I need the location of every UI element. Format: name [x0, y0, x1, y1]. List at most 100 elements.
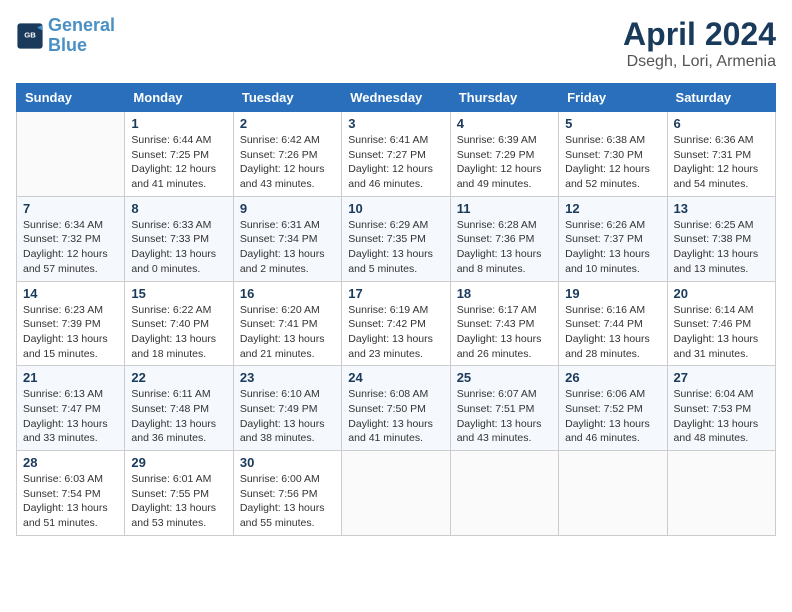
day-info: Sunrise: 6:34 AMSunset: 7:32 PMDaylight:…	[23, 218, 118, 277]
day-number: 8	[131, 201, 226, 216]
day-number: 7	[23, 201, 118, 216]
day-number: 11	[457, 201, 552, 216]
day-info: Sunrise: 6:33 AMSunset: 7:33 PMDaylight:…	[131, 218, 226, 277]
day-info: Sunrise: 6:36 AMSunset: 7:31 PMDaylight:…	[674, 133, 769, 192]
calendar-cell: 7 Sunrise: 6:34 AMSunset: 7:32 PMDaylight…	[17, 196, 125, 281]
calendar-cell: 24 Sunrise: 6:08 AMSunset: 7:50 PMDayligh…	[342, 366, 450, 451]
day-info: Sunrise: 6:44 AMSunset: 7:25 PMDaylight:…	[131, 133, 226, 192]
calendar-cell	[450, 451, 558, 536]
calendar-cell: 26 Sunrise: 6:06 AMSunset: 7:52 PMDayligh…	[559, 366, 667, 451]
day-info: Sunrise: 6:00 AMSunset: 7:56 PMDaylight:…	[240, 472, 335, 531]
day-info: Sunrise: 6:16 AMSunset: 7:44 PMDaylight:…	[565, 303, 660, 362]
calendar-cell	[342, 451, 450, 536]
day-number: 4	[457, 116, 552, 131]
calendar-cell: 28 Sunrise: 6:03 AMSunset: 7:54 PMDayligh…	[17, 451, 125, 536]
svg-text:GB: GB	[24, 30, 36, 39]
day-number: 10	[348, 201, 443, 216]
day-number: 23	[240, 370, 335, 385]
day-number: 16	[240, 286, 335, 301]
title-block: April 2024 Dsegh, Lori, Armenia	[623, 16, 776, 71]
calendar-cell	[559, 451, 667, 536]
calendar-cell: 20 Sunrise: 6:14 AMSunset: 7:46 PMDayligh…	[667, 281, 775, 366]
day-info: Sunrise: 6:22 AMSunset: 7:40 PMDaylight:…	[131, 303, 226, 362]
calendar-cell: 2Sunrise: 6:42 AMSunset: 7:26 PMDaylight…	[233, 112, 341, 197]
day-info: Sunrise: 6:38 AMSunset: 7:30 PMDaylight:…	[565, 133, 660, 192]
day-info: Sunrise: 6:41 AMSunset: 7:27 PMDaylight:…	[348, 133, 443, 192]
day-info: Sunrise: 6:07 AMSunset: 7:51 PMDaylight:…	[457, 387, 552, 446]
location: Dsegh, Lori, Armenia	[623, 53, 776, 71]
day-number: 12	[565, 201, 660, 216]
page-header: GB General Blue April 2024 Dsegh, Lori, …	[16, 16, 776, 71]
day-number: 17	[348, 286, 443, 301]
col-header-monday: Monday	[125, 84, 233, 112]
day-info: Sunrise: 6:14 AMSunset: 7:46 PMDaylight:…	[674, 303, 769, 362]
calendar-cell: 19 Sunrise: 6:16 AMSunset: 7:44 PMDayligh…	[559, 281, 667, 366]
calendar-cell: 23 Sunrise: 6:10 AMSunset: 7:49 PMDayligh…	[233, 366, 341, 451]
day-number: 18	[457, 286, 552, 301]
day-info: Sunrise: 6:03 AMSunset: 7:54 PMDaylight:…	[23, 472, 118, 531]
calendar-cell: 10 Sunrise: 6:29 AMSunset: 7:35 PMDayligh…	[342, 196, 450, 281]
calendar-cell	[667, 451, 775, 536]
calendar-cell: 17 Sunrise: 6:19 AMSunset: 7:42 PMDayligh…	[342, 281, 450, 366]
calendar-cell: 1 Sunrise: 6:44 AMSunset: 7:25 PMDaylight…	[125, 112, 233, 197]
calendar-cell: 9Sunrise: 6:31 AMSunset: 7:34 PMDaylight…	[233, 196, 341, 281]
calendar-cell: 3 Sunrise: 6:41 AMSunset: 7:27 PMDaylight…	[342, 112, 450, 197]
calendar-cell: 8 Sunrise: 6:33 AMSunset: 7:33 PMDaylight…	[125, 196, 233, 281]
calendar-cell	[17, 112, 125, 197]
day-info: Sunrise: 6:23 AMSunset: 7:39 PMDaylight:…	[23, 303, 118, 362]
day-number: 14	[23, 286, 118, 301]
calendar-cell: 25Sunrise: 6:07 AMSunset: 7:51 PMDayligh…	[450, 366, 558, 451]
day-info: Sunrise: 6:08 AMSunset: 7:50 PMDaylight:…	[348, 387, 443, 446]
calendar-cell: 16 Sunrise: 6:20 AMSunset: 7:41 PMDayligh…	[233, 281, 341, 366]
logo-icon: GB	[16, 22, 44, 50]
col-header-friday: Friday	[559, 84, 667, 112]
calendar-cell: 11 Sunrise: 6:28 AMSunset: 7:36 PMDayligh…	[450, 196, 558, 281]
day-info: Sunrise: 6:11 AMSunset: 7:48 PMDaylight:…	[131, 387, 226, 446]
day-info: Sunrise: 6:29 AMSunset: 7:35 PMDaylight:…	[348, 218, 443, 277]
day-info: Sunrise: 6:06 AMSunset: 7:52 PMDaylight:…	[565, 387, 660, 446]
day-number: 5	[565, 116, 660, 131]
day-info: Sunrise: 6:28 AMSunset: 7:36 PMDaylight:…	[457, 218, 552, 277]
col-header-sunday: Sunday	[17, 84, 125, 112]
col-header-thursday: Thursday	[450, 84, 558, 112]
day-number: 24	[348, 370, 443, 385]
day-number: 26	[565, 370, 660, 385]
calendar-cell: 22Sunrise: 6:11 AMSunset: 7:48 PMDayligh…	[125, 366, 233, 451]
logo: GB General Blue	[16, 16, 115, 56]
calendar-cell: 15Sunrise: 6:22 AMSunset: 7:40 PMDayligh…	[125, 281, 233, 366]
day-number: 9	[240, 201, 335, 216]
day-info: Sunrise: 6:04 AMSunset: 7:53 PMDaylight:…	[674, 387, 769, 446]
day-info: Sunrise: 6:19 AMSunset: 7:42 PMDaylight:…	[348, 303, 443, 362]
day-number: 13	[674, 201, 769, 216]
day-number: 3	[348, 116, 443, 131]
calendar-cell: 21 Sunrise: 6:13 AMSunset: 7:47 PMDayligh…	[17, 366, 125, 451]
col-header-wednesday: Wednesday	[342, 84, 450, 112]
month-title: April 2024	[623, 16, 776, 53]
day-number: 19	[565, 286, 660, 301]
col-header-tuesday: Tuesday	[233, 84, 341, 112]
day-info: Sunrise: 6:17 AMSunset: 7:43 PMDaylight:…	[457, 303, 552, 362]
day-number: 1	[131, 116, 226, 131]
day-info: Sunrise: 6:20 AMSunset: 7:41 PMDaylight:…	[240, 303, 335, 362]
calendar-table: SundayMondayTuesdayWednesdayThursdayFrid…	[16, 83, 776, 536]
col-header-saturday: Saturday	[667, 84, 775, 112]
day-info: Sunrise: 6:26 AMSunset: 7:37 PMDaylight:…	[565, 218, 660, 277]
calendar-cell: 30Sunrise: 6:00 AMSunset: 7:56 PMDayligh…	[233, 451, 341, 536]
day-number: 20	[674, 286, 769, 301]
day-info: Sunrise: 6:01 AMSunset: 7:55 PMDaylight:…	[131, 472, 226, 531]
day-info: Sunrise: 6:13 AMSunset: 7:47 PMDaylight:…	[23, 387, 118, 446]
day-number: 21	[23, 370, 118, 385]
day-info: Sunrise: 6:10 AMSunset: 7:49 PMDaylight:…	[240, 387, 335, 446]
day-number: 29	[131, 455, 226, 470]
calendar-cell: 4Sunrise: 6:39 AMSunset: 7:29 PMDaylight…	[450, 112, 558, 197]
day-number: 6	[674, 116, 769, 131]
day-number: 27	[674, 370, 769, 385]
day-info: Sunrise: 6:25 AMSunset: 7:38 PMDaylight:…	[674, 218, 769, 277]
calendar-cell: 18 Sunrise: 6:17 AMSunset: 7:43 PMDayligh…	[450, 281, 558, 366]
calendar-cell: 13 Sunrise: 6:25 AMSunset: 7:38 PMDayligh…	[667, 196, 775, 281]
calendar-cell: 6 Sunrise: 6:36 AMSunset: 7:31 PMDaylight…	[667, 112, 775, 197]
day-number: 2	[240, 116, 335, 131]
day-number: 28	[23, 455, 118, 470]
calendar-cell: 27 Sunrise: 6:04 AMSunset: 7:53 PMDayligh…	[667, 366, 775, 451]
calendar-cell: 14 Sunrise: 6:23 AMSunset: 7:39 PMDayligh…	[17, 281, 125, 366]
